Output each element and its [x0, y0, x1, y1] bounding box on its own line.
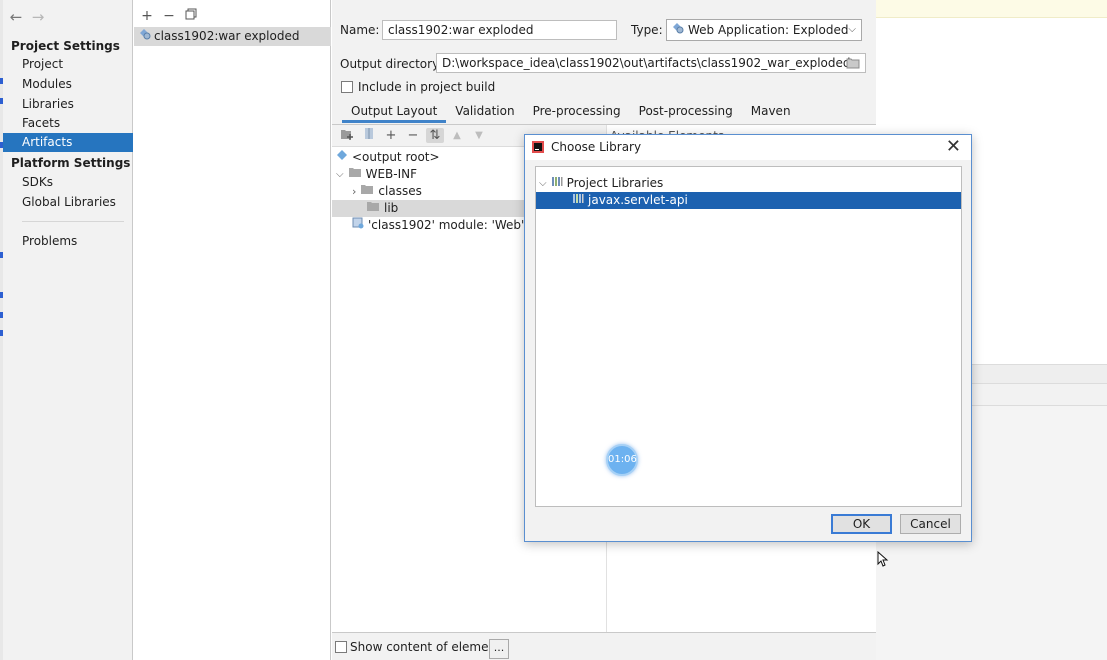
- sidebar-divider: [22, 221, 124, 222]
- sort-icon[interactable]: ⇅: [426, 128, 444, 143]
- chevron-down-icon: ⌵: [848, 24, 856, 35]
- chevron-right-icon[interactable]: ›: [352, 183, 356, 200]
- show-content-label: Show content of elements: [350, 640, 508, 654]
- tab-maven[interactable]: Maven: [742, 101, 800, 123]
- plus-icon[interactable]: +: [140, 8, 154, 24]
- tree-item-output-root[interactable]: <output root>: [336, 149, 440, 166]
- minus-icon[interactable]: −: [162, 8, 176, 24]
- minus-icon[interactable]: −: [404, 128, 422, 143]
- facet-icon: [352, 217, 364, 234]
- folder-icon: [360, 183, 374, 200]
- library-tree: ⌵ Project Libraries javax.servlet-api: [535, 166, 962, 507]
- tab-post-processing[interactable]: Post-processing: [630, 101, 742, 123]
- chevron-down-icon[interactable]: ⌵: [336, 166, 344, 183]
- show-content-checkbox[interactable]: [335, 641, 347, 653]
- sidebar-item-global-libraries[interactable]: Global Libraries: [3, 193, 133, 212]
- section-project-settings: Project Settings: [11, 39, 120, 53]
- type-select[interactable]: Web Application: Exploded ⌵: [666, 19, 862, 41]
- tree-item-label: <output root>: [352, 150, 440, 164]
- folder-icon[interactable]: [846, 56, 862, 70]
- libraries-icon: [551, 175, 563, 192]
- name-label: Name:: [340, 23, 380, 37]
- settings-sidebar: ← → Project Settings Project Modules Lib…: [3, 0, 133, 660]
- sidebar-item-problems[interactable]: Problems: [3, 232, 133, 251]
- tree-item-project-libraries[interactable]: ⌵ Project Libraries: [536, 175, 961, 192]
- ok-button[interactable]: OK: [831, 514, 892, 534]
- artifact-item-label: class1902:war exploded: [154, 29, 300, 43]
- nav-arrows: ← →: [9, 8, 45, 28]
- arrow-left-icon[interactable]: ←: [9, 8, 23, 28]
- web-artifact-icon: [671, 20, 684, 40]
- tree-item-label: Project Libraries: [566, 176, 664, 190]
- include-build-checkbox[interactable]: [341, 81, 353, 93]
- editor-notification-bar: [876, 0, 1107, 18]
- arrow-right-icon[interactable]: →: [31, 8, 45, 28]
- cancel-button[interactable]: Cancel: [900, 514, 961, 534]
- layout-bottom-bar: Show content of elements ...: [332, 632, 876, 660]
- name-field[interactable]: class1902:war exploded: [382, 20, 617, 40]
- sidebar-item-artifacts[interactable]: Artifacts: [3, 133, 133, 152]
- mouse-cursor-icon: [877, 550, 889, 567]
- new-folder-icon[interactable]: [338, 128, 356, 144]
- artifact-item-war-exploded[interactable]: class1902:war exploded: [134, 27, 331, 46]
- artifact-toolbar: + −: [140, 8, 198, 24]
- output-directory-field[interactable]: D:\workspace_idea\class1902\out\artifact…: [436, 53, 866, 73]
- tab-validation[interactable]: Validation: [446, 101, 523, 123]
- tree-item-label: lib: [384, 201, 399, 215]
- move-down-icon[interactable]: ▼: [470, 130, 488, 141]
- sidebar-item-libraries[interactable]: Libraries: [3, 95, 133, 114]
- tree-item-javax-servlet-api[interactable]: javax.servlet-api: [536, 192, 961, 209]
- plus-dropdown-icon[interactable]: +: [382, 128, 400, 143]
- folder-icon: [348, 166, 362, 183]
- type-select-value: Web Application: Exploded: [688, 23, 849, 37]
- sidebar-item-project[interactable]: Project: [3, 55, 133, 74]
- move-up-icon[interactable]: ▲: [448, 130, 466, 141]
- module-icon: [336, 149, 348, 166]
- chevron-down-icon[interactable]: ⌵: [539, 175, 547, 192]
- choose-library-dialog: Choose Library ✕ ⌵ Project Libraries jav…: [524, 134, 972, 542]
- tab-pre-processing[interactable]: Pre-processing: [524, 101, 630, 123]
- recording-timer-badge: 01:06: [606, 444, 638, 476]
- tree-item-web-inf[interactable]: ⌵ WEB-INF: [336, 166, 417, 183]
- copy-icon[interactable]: [184, 8, 198, 24]
- type-label: Type:: [631, 23, 663, 37]
- section-platform-settings: Platform Settings: [11, 156, 131, 170]
- tree-item-label: javax.servlet-api: [588, 193, 688, 207]
- sidebar-item-modules[interactable]: Modules: [3, 75, 133, 94]
- output-directory-label: Output directory:: [340, 57, 443, 71]
- sidebar-item-sdks[interactable]: SDKs: [3, 173, 133, 192]
- artifact-list-panel: + − class1902:war exploded: [134, 0, 331, 660]
- close-icon[interactable]: ✕: [946, 136, 961, 158]
- artifact-tabs: Output Layout Validation Pre-processing …: [342, 101, 800, 123]
- archive-icon[interactable]: [360, 127, 378, 144]
- library-icon: [572, 192, 584, 209]
- dialog-title: Choose Library: [551, 140, 642, 154]
- sidebar-item-facets[interactable]: Facets: [3, 114, 133, 133]
- folder-icon: [366, 200, 380, 217]
- tab-output-layout[interactable]: Output Layout: [342, 101, 447, 123]
- tree-item-label: classes: [378, 184, 422, 198]
- intellij-icon: [532, 141, 544, 156]
- tree-item-classes[interactable]: › classes: [352, 183, 422, 200]
- show-content-options-button[interactable]: ...: [489, 639, 509, 659]
- dialog-title-bar: Choose Library ✕: [525, 135, 971, 160]
- output-directory-value: D:\workspace_idea\class1902\out\artifact…: [442, 56, 851, 70]
- include-build-label: Include in project build: [358, 80, 496, 94]
- tree-item-label: WEB-INF: [365, 167, 418, 181]
- web-artifact-icon: [138, 27, 151, 46]
